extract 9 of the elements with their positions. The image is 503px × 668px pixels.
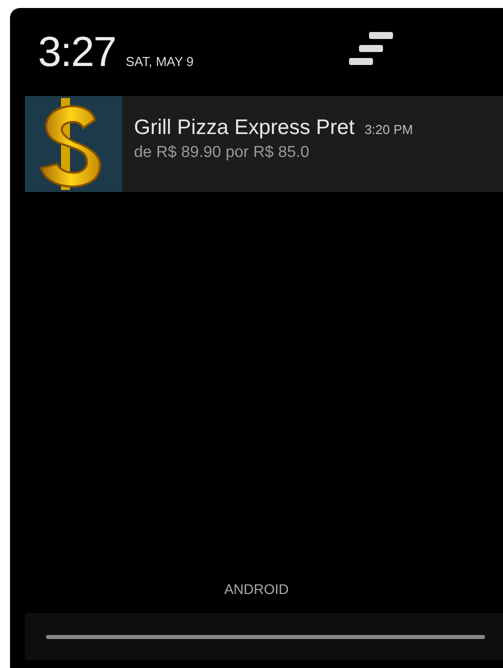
drag-handle[interactable] [46, 634, 485, 638]
clock-time: 3:27 [38, 28, 116, 76]
date-label: SAT, MAY 9 [126, 54, 194, 68]
notification-title: Grill Pizza Express Pret [134, 116, 355, 140]
carrier-label: ANDROID [223, 581, 290, 597]
notification-time: 3:20 PM [364, 122, 413, 137]
notification-text: de R$ 89.90 por R$ 85.0 [134, 144, 310, 162]
clear-all-icon[interactable] [349, 32, 395, 66]
handle-bar[interactable] [25, 613, 503, 660]
